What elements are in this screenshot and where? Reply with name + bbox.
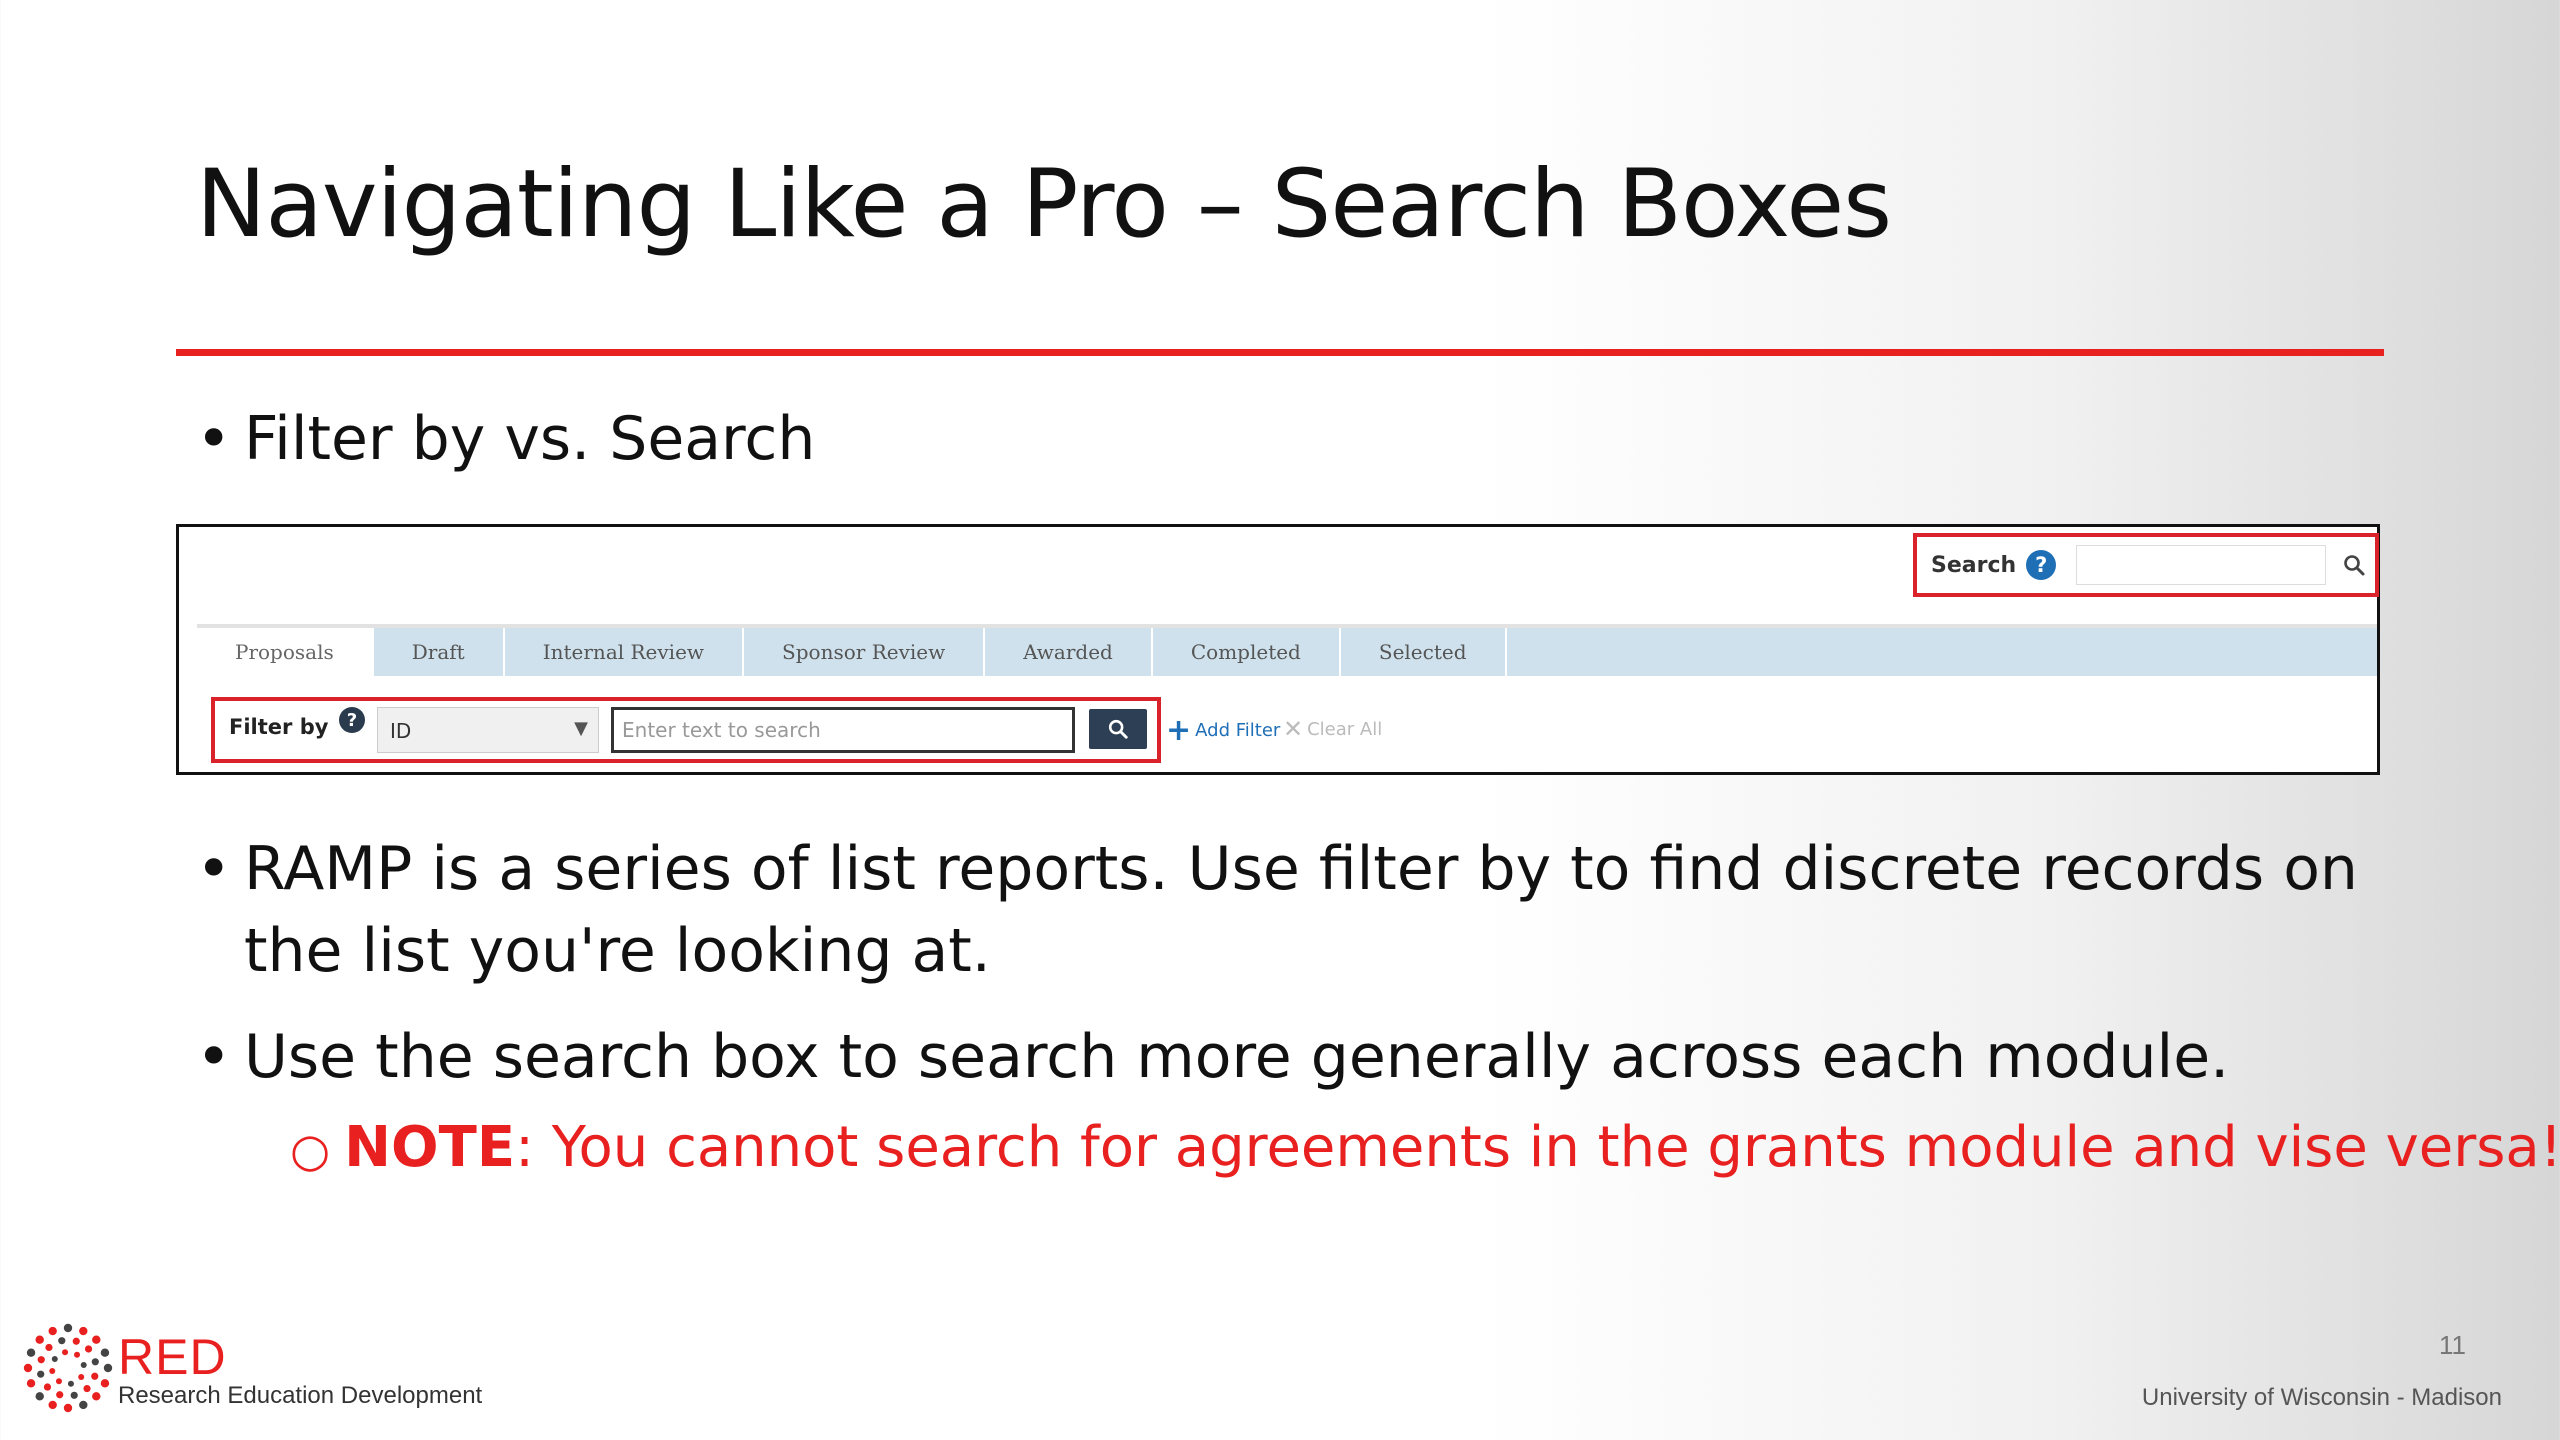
institution-name: University of Wisconsin - Madison bbox=[2141, 1384, 2502, 1411]
add-filter-label: Add Filter bbox=[1195, 720, 1281, 741]
chevron-down-icon: ▼ bbox=[574, 718, 588, 739]
tab-internal-review[interactable]: Internal Review bbox=[505, 628, 745, 676]
bullet-dot: • bbox=[196, 834, 232, 904]
plus-icon: + bbox=[1166, 713, 1192, 748]
bullet-text: RAMP is a series of list reports. Use fi… bbox=[244, 834, 2358, 986]
ramp-screenshot: Search ? Proposals Draft Internal Review… bbox=[176, 524, 2380, 775]
bullet-text: Filter by vs. Search bbox=[244, 404, 816, 474]
bullet-ramp-list-reports: • RAMP is a series of list reports. Use … bbox=[196, 828, 2396, 992]
title-underline bbox=[176, 349, 2384, 356]
filter-field-select[interactable]: ID ▼ bbox=[377, 707, 599, 753]
bullet-dot: • bbox=[196, 1022, 232, 1092]
filter-by-label: Filter by bbox=[229, 715, 329, 739]
clear-all-label: Clear All bbox=[1307, 718, 1383, 740]
global-search-box: Search ? bbox=[1913, 533, 2379, 597]
tab-awarded[interactable]: Awarded bbox=[985, 628, 1153, 676]
global-search-label: Search bbox=[1931, 552, 2017, 578]
bullet-dot: • bbox=[196, 404, 232, 474]
search-icon bbox=[1108, 719, 1128, 739]
sub-bullet-ring: ○ bbox=[290, 1123, 331, 1177]
note-label: NOTE bbox=[344, 1115, 516, 1180]
red-logo-icon bbox=[23, 1323, 113, 1413]
tab-selected[interactable]: Selected bbox=[1341, 628, 1507, 676]
note-sub-bullet: ○ NOTE: You cannot search for agreements … bbox=[290, 1115, 2560, 1180]
filter-by-row: Filter by ? ID ▼ bbox=[211, 697, 1161, 763]
filter-search-button[interactable] bbox=[1089, 709, 1147, 749]
close-icon: ✕ bbox=[1283, 715, 1304, 743]
search-icon bbox=[2344, 555, 2365, 576]
filter-text-input[interactable] bbox=[611, 707, 1075, 753]
help-icon[interactable]: ? bbox=[2026, 550, 2057, 580]
add-filter-link[interactable]: + Add Filter bbox=[1166, 713, 1280, 748]
slide-title: Navigating Like a Pro – Search Boxes bbox=[196, 150, 1892, 259]
logo-text: RED bbox=[118, 1329, 227, 1385]
tab-completed[interactable]: Completed bbox=[1153, 628, 1341, 676]
bullet-filter-vs-search: • Filter by vs. Search bbox=[196, 398, 815, 480]
note-text: : You cannot search for agreements in th… bbox=[515, 1115, 2560, 1180]
global-search-input[interactable] bbox=[2076, 545, 2327, 585]
module-tabs: Proposals Draft Internal Review Sponsor … bbox=[197, 624, 2377, 676]
help-icon[interactable]: ? bbox=[339, 707, 365, 733]
tab-draft[interactable]: Draft bbox=[374, 628, 505, 676]
bullet-search-box: • Use the search box to search more gene… bbox=[196, 1016, 2229, 1098]
logo-subtitle: Research Education Development bbox=[118, 1382, 483, 1409]
global-search-button[interactable] bbox=[2336, 547, 2372, 583]
tab-sponsor-review[interactable]: Sponsor Review bbox=[744, 628, 986, 676]
page-number: 11 bbox=[2439, 1330, 2466, 1360]
clear-all-link[interactable]: ✕ Clear All bbox=[1283, 715, 1382, 743]
filter-select-value: ID bbox=[390, 719, 412, 743]
tab-proposals[interactable]: Proposals bbox=[197, 628, 374, 676]
bullet-text: Use the search box to search more genera… bbox=[244, 1022, 2230, 1092]
